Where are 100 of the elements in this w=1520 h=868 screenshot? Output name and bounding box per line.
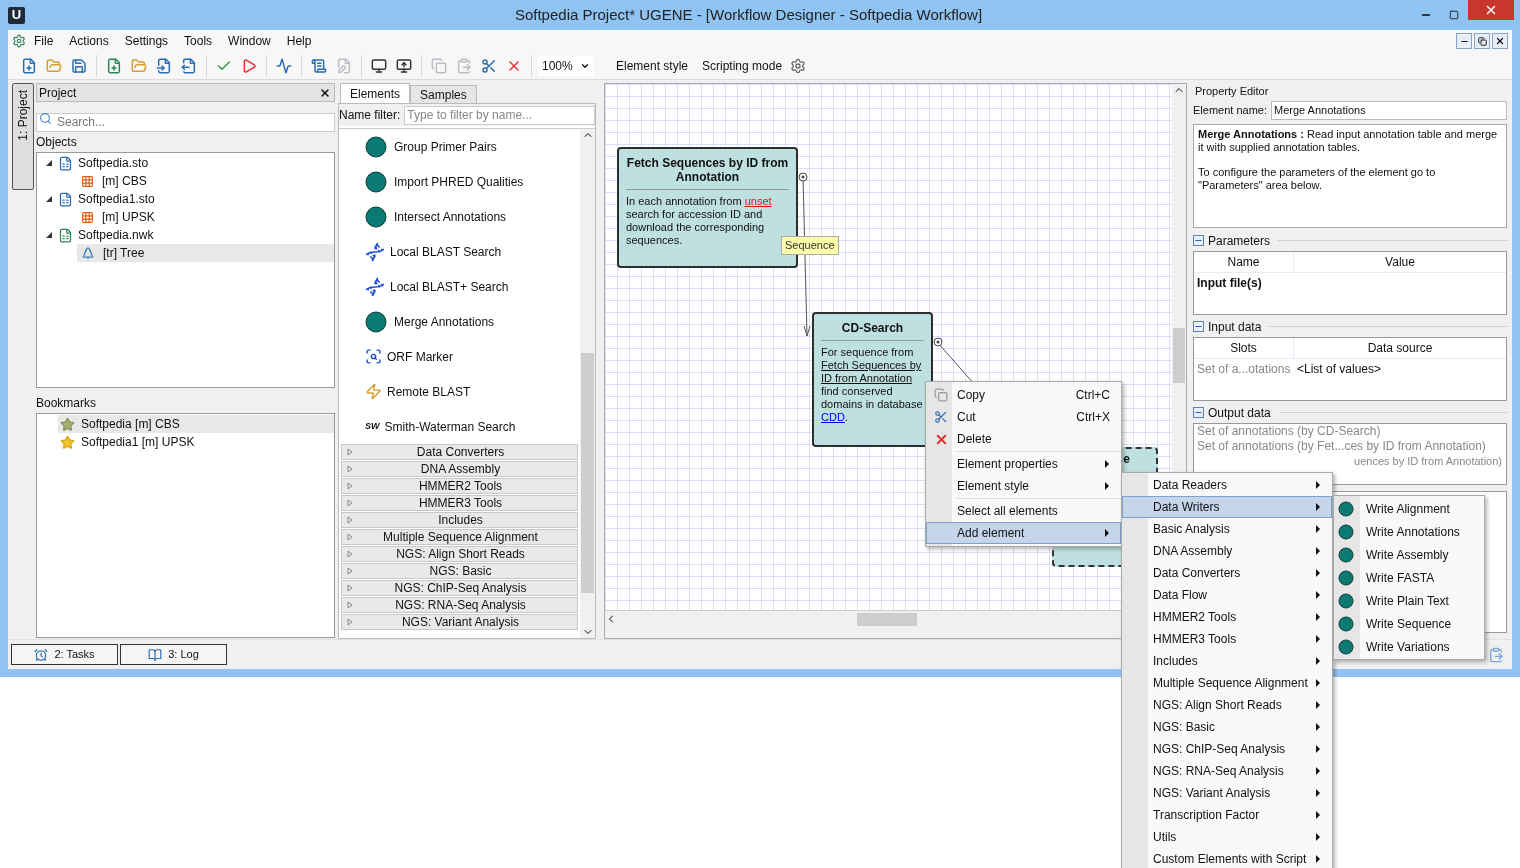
cut-icon[interactable]	[481, 57, 497, 74]
menu-item[interactable]: NGS: Align Short Reads	[1122, 694, 1332, 716]
menu-item[interactable]: Basic Analysis	[1122, 518, 1332, 540]
menu-item[interactable]: Settings	[116, 31, 177, 51]
menu-item[interactable]: Select all elements	[926, 500, 1121, 522]
workflow-node[interactable]: CD-Search For sequence from Fetch Sequences by ID from Annotation find conserved domains in database CDD.	[812, 312, 933, 447]
mdi-close-button[interactable]	[1492, 33, 1508, 49]
menu-item[interactable]: Transcription Factor	[1122, 804, 1332, 826]
menu-item[interactable]: NGS: ChIP-Seq Analysis	[1122, 738, 1332, 760]
folder-icon[interactable]	[46, 57, 62, 74]
menu-item[interactable]: Data Flow	[1122, 584, 1332, 606]
folder-icon[interactable]	[131, 57, 147, 74]
new-file-icon[interactable]	[106, 57, 122, 74]
side-tab[interactable]: 1: Project	[12, 83, 34, 190]
tree-item[interactable]: [m] CBS	[77, 172, 334, 190]
expand-arrow-icon[interactable]	[346, 533, 354, 541]
file-import-icon[interactable]	[156, 57, 172, 74]
mdi-minimize-button[interactable]	[1456, 33, 1472, 49]
menu-item[interactable]: Data Writers	[1122, 496, 1332, 518]
bookmark-item[interactable]: Softpedia1 [m] UPSK	[58, 433, 334, 451]
expand-arrow-icon[interactable]	[346, 516, 354, 524]
category-header[interactable]: NGS: RNA-Seq Analysis	[341, 597, 578, 613]
expand-arrow-icon[interactable]	[346, 567, 354, 575]
category-header[interactable]: Multiple Sequence Alignment	[341, 529, 578, 545]
monitor-icon[interactable]	[396, 57, 412, 74]
mdi-restore-button[interactable]	[1474, 33, 1490, 49]
maximize-icon[interactable]	[1449, 10, 1459, 20]
menu-item[interactable]: Write Alignment	[1334, 497, 1484, 520]
collapse-arrow-icon[interactable]	[45, 231, 53, 239]
close-icon[interactable]	[319, 86, 331, 99]
save-icon[interactable]	[71, 57, 87, 74]
element-item[interactable]: Intersect Annotations	[339, 199, 580, 234]
element-item[interactable]: Group Primer Pairs	[339, 129, 580, 164]
element-item[interactable]: Import PHRED Qualities	[339, 164, 580, 199]
menu-item[interactable]: Element style	[926, 475, 1121, 497]
menu-item[interactable]: Write Plain Text	[1334, 589, 1484, 612]
menu-item[interactable]: Data Readers	[1122, 474, 1332, 496]
expand-arrow-icon[interactable]	[346, 465, 354, 473]
element-item[interactable]: Merge Annotations	[339, 304, 580, 339]
menu-item[interactable]: Utils	[1122, 826, 1332, 848]
menu-item[interactable]: Custom Elements with Script	[1122, 848, 1332, 868]
expand-arrow-icon[interactable]	[346, 482, 354, 490]
expand-arrow-icon[interactable]	[346, 618, 354, 626]
menu-item[interactable]: HMMER3 Tools	[1122, 628, 1332, 650]
menu-item[interactable]: Write Sequence	[1334, 612, 1484, 635]
element-name-field[interactable]: Merge Annotations	[1271, 100, 1507, 120]
element-link[interactable]: Fetch Sequences by	[821, 359, 922, 372]
tab[interactable]: Elements	[340, 83, 411, 103]
element-item[interactable]: SW Smith-Waterman Search	[339, 409, 580, 444]
category-header[interactable]: NGS: Basic	[341, 563, 578, 579]
database-link[interactable]: CDD	[821, 411, 845, 423]
menu-item[interactable]: Includes	[1122, 650, 1332, 672]
menu-item[interactable]: DNA Assembly	[1122, 540, 1332, 562]
tab[interactable]: Samples	[410, 85, 477, 103]
chart-icon[interactable]	[276, 57, 292, 74]
expand-arrow-icon[interactable]	[346, 550, 354, 558]
settings-icon[interactable]	[790, 57, 807, 74]
element-item[interactable]: Local BLAST Search	[339, 234, 580, 269]
tree-item[interactable]: Softpedia1.sto	[37, 190, 334, 208]
scripting-mode-button[interactable]: Scripting mode	[700, 56, 785, 75]
menu-item[interactable]: Write Variations	[1334, 635, 1484, 658]
element-link[interactable]: ID from Annotation	[821, 372, 913, 385]
expand-arrow-icon[interactable]	[346, 601, 354, 609]
menu-item[interactable]: Tools	[176, 31, 221, 51]
menu-item[interactable]: HMMER2 Tools	[1122, 606, 1332, 628]
menu-item[interactable]: Element properties	[926, 453, 1121, 475]
tree-item[interactable]: Softpedia.sto	[37, 154, 334, 172]
menu-item[interactable]: Write Assembly	[1334, 543, 1484, 566]
search-field[interactable]: Search...	[36, 112, 335, 132]
filter-field[interactable]: Type to filter by name...	[404, 105, 595, 125]
menu-item[interactable]: Add element	[926, 522, 1121, 544]
app-menu-icon[interactable]	[12, 34, 26, 48]
expand-arrow-icon[interactable]	[346, 448, 354, 456]
scrollbar-thumb[interactable]	[1173, 328, 1185, 383]
collapse-arrow-icon[interactable]	[45, 195, 53, 203]
tree-item[interactable]: Softpedia.nwk	[37, 226, 334, 244]
category-header[interactable]: NGS: Variant Analysis	[341, 614, 578, 630]
menu-item[interactable]: Help	[278, 31, 320, 51]
category-header[interactable]: Data Converters	[341, 444, 578, 460]
scrollbar-thumb[interactable]	[581, 353, 594, 593]
collapse-arrow-icon[interactable]	[45, 159, 53, 167]
category-header[interactable]: NGS: Align Short Reads	[341, 546, 578, 562]
menu-item[interactable]: Actions	[61, 31, 117, 51]
play-icon[interactable]	[241, 57, 257, 74]
new-file-icon[interactable]	[21, 57, 37, 74]
panel-button[interactable]: 3: Log	[120, 644, 227, 665]
element-style-button[interactable]: Element style	[614, 56, 691, 75]
expand-arrow-icon[interactable]	[346, 584, 354, 592]
tree-item[interactable]: [m] UPSK	[77, 208, 334, 226]
element-item[interactable]: ORF Marker	[339, 339, 580, 374]
category-header[interactable]: NGS: ChIP-Seq Analysis	[341, 580, 578, 596]
category-header[interactable]: DNA Assembly	[341, 461, 578, 477]
category-header[interactable]: HMMER3 Tools	[341, 495, 578, 511]
bookmark-item[interactable]: Softpedia [m] CBS	[58, 415, 334, 433]
close-button[interactable]	[1468, 0, 1514, 20]
menu-item[interactable]: Write Annotations	[1334, 520, 1484, 543]
menu-item[interactable]: Write FASTA	[1334, 566, 1484, 589]
element-item[interactable]: Local BLAST+ Search	[339, 269, 580, 304]
menu-item[interactable]: NGS: Basic	[1122, 716, 1332, 738]
zoom-dropdown[interactable]: 100%	[538, 55, 594, 76]
